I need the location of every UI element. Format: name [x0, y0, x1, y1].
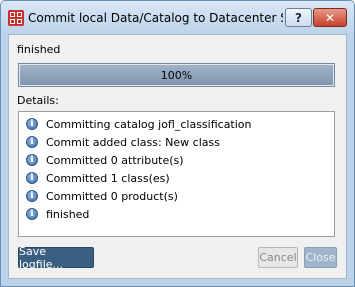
help-button[interactable]: ? [285, 8, 312, 27]
info-icon: i [26, 190, 38, 202]
help-icon: ? [295, 10, 302, 25]
close-icon: ✕ [324, 10, 336, 25]
cancel-button[interactable]: Cancel [258, 247, 298, 268]
commit-dialog: Commit local Data/Catalog to Datacenter … [0, 0, 355, 287]
list-item: i Committed 0 product(s) [19, 187, 334, 205]
list-item: i finished [19, 205, 334, 223]
app-icon [8, 10, 24, 26]
list-item: i Commit added class: New class [19, 133, 334, 151]
info-icon: i [26, 118, 38, 130]
progress-label: 100% [160, 69, 193, 82]
status-text: finished [17, 43, 61, 56]
info-icon: i [26, 154, 38, 166]
log-entry-text: Commit added class: New class [46, 135, 220, 149]
title-bar: Commit local Data/Catalog to Datacenter … [1, 1, 354, 34]
save-logfile-button[interactable]: Save logfile... [18, 245, 94, 271]
details-label: Details: [17, 94, 59, 107]
log-entry-text: Committed 0 attribute(s) [46, 153, 184, 167]
log-entry-text: Committed 0 product(s) [46, 189, 178, 203]
info-icon: i [26, 208, 38, 220]
list-item: i Committing catalog jofl_classification [19, 115, 334, 133]
list-item: i Committed 0 attribute(s) [19, 151, 334, 169]
list-item: i Committed 1 class(es) [19, 169, 334, 187]
info-icon: i [26, 136, 38, 148]
progress-bar: 100% [18, 63, 335, 87]
log-entry-text: Committed 1 class(es) [46, 171, 170, 185]
info-icon: i [26, 172, 38, 184]
window-close-button[interactable]: ✕ [313, 8, 347, 27]
dialog-body: finished 100% Details: i Committing cata… [8, 34, 347, 279]
window-title: Commit local Data/Catalog to Datacenter … [28, 11, 283, 25]
log-entry-text: Committing catalog jofl_classification [46, 117, 252, 131]
details-log[interactable]: i Committing catalog jofl_classification… [18, 111, 335, 237]
log-entry-text: finished [46, 207, 90, 221]
close-button[interactable]: Close [304, 247, 337, 268]
